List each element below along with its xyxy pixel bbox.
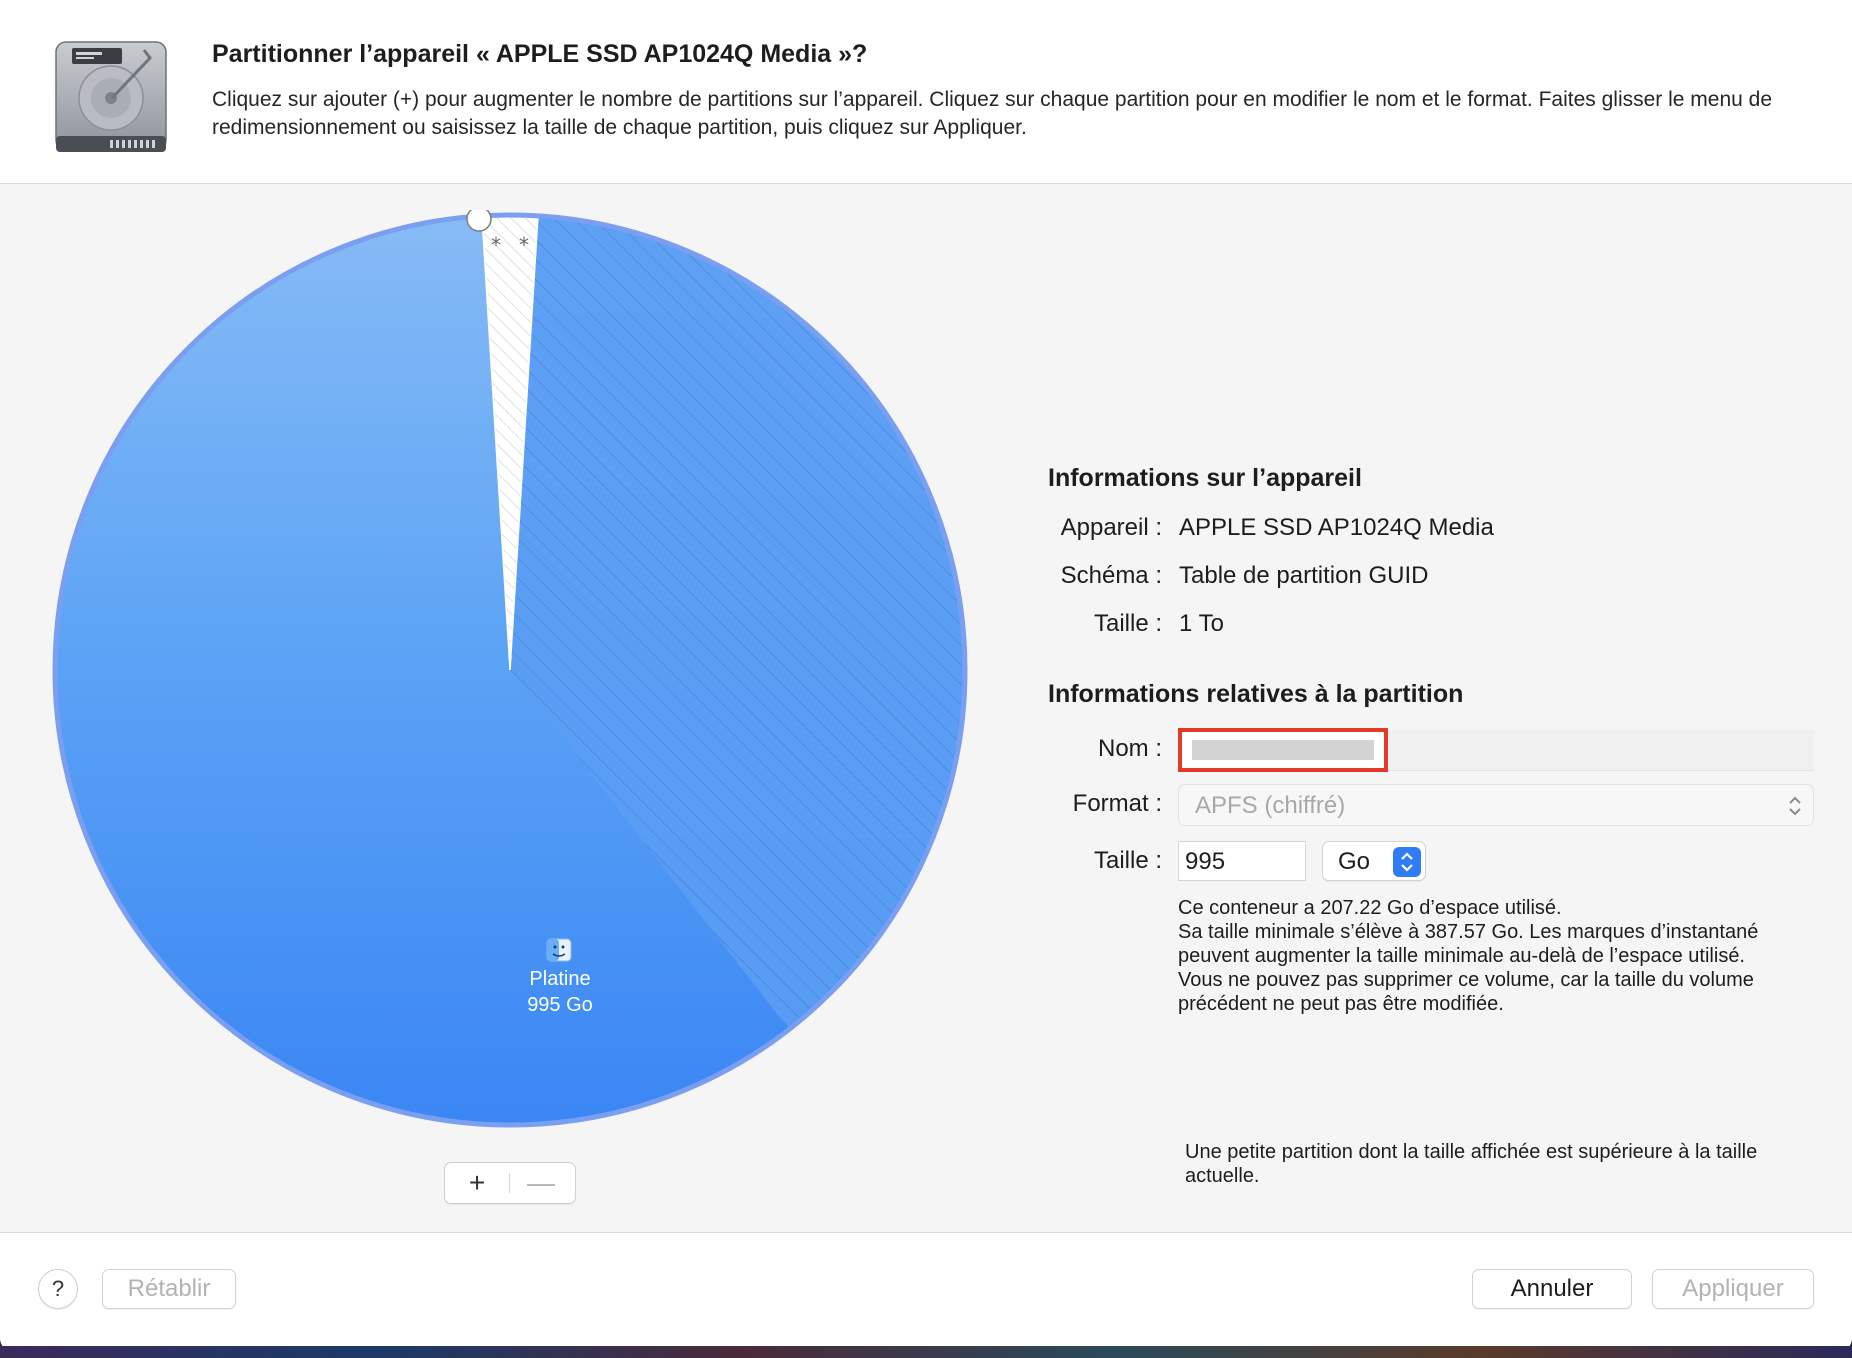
desktop-background-strip [0, 1346, 1852, 1358]
partition-size-label: 995 Go [527, 994, 593, 1016]
apply-button[interactable]: Appliquer [1652, 1269, 1814, 1309]
redacted-name-fill [1192, 740, 1374, 760]
finder-icon [546, 938, 572, 962]
unit-stepper[interactable] [1393, 847, 1421, 877]
remove-partition-button[interactable]: — [509, 1163, 573, 1203]
chevron-up-down-icon [1401, 852, 1413, 872]
dialog-description: Cliquez sur ajouter (+) pour augmenter l… [212, 88, 1773, 139]
add-remove-control: + — [444, 1162, 576, 1204]
partition-pie-chart[interactable]: * * Platine 995 Go [50, 206, 970, 1130]
size-unit-value: Go [1338, 848, 1371, 875]
add-partition-button[interactable]: + [445, 1163, 509, 1203]
partition-size-label-text: Taille : [1093, 847, 1162, 874]
small-slice-1-mark: * [491, 233, 501, 257]
device-value: APPLE SSD AP1024Q Media [1179, 514, 1494, 541]
scheme-label: Schéma : [1060, 562, 1162, 589]
min-size-note: Sa taille minimale s’élève à 387.57 Go. … [1178, 921, 1759, 967]
name-label: Nom : [1097, 735, 1162, 762]
used-space-note: Ce conteneur a 207.22 Go d’espace utilis… [1178, 897, 1562, 919]
partition-info-title: Informations relatives à la partition [1048, 680, 1464, 708]
cancel-button[interactable]: Annuler [1472, 1269, 1632, 1309]
device-label: Appareil : [1060, 514, 1162, 541]
main-panel: * * Platine 995 Go + — Informations sur … [0, 184, 1852, 1233]
resize-handle[interactable] [466, 206, 492, 232]
partition-size-input[interactable]: 995 [1178, 841, 1306, 881]
device-size-value: 1 To [1179, 610, 1224, 637]
partition-name-label: Platine [529, 968, 591, 990]
help-button[interactable]: ? [38, 1269, 78, 1309]
hard-drive-icon [55, 41, 167, 152]
pie-svg: * * [52, 206, 968, 1128]
small-slice-2-mark: * [519, 233, 529, 257]
partition-notes: Ce conteneur a 207.22 Go d’espace utilis… [1178, 896, 1808, 1016]
small-partition-note: Une petite partition dont la taille affi… [1185, 1141, 1758, 1187]
redacted-name-box [1178, 728, 1388, 772]
format-value: APFS (chiffré) [1195, 792, 1346, 819]
dialog-header: Partitionner l’appareil « APPLE SSD AP10… [0, 0, 1852, 184]
scheme-value: Table de partition GUID [1179, 562, 1429, 589]
device-info-title: Informations sur l’appareil [1048, 464, 1362, 492]
reset-button[interactable]: Rétablir [102, 1269, 236, 1309]
dialog-footer: ? Rétablir Annuler Appliquer [0, 1233, 1852, 1352]
size-unit-select[interactable]: Go [1322, 841, 1426, 881]
format-label: Format : [1072, 790, 1162, 817]
partition-size-value: 995 [1185, 848, 1226, 875]
partition-dialog: Partitionner l’appareil « APPLE SSD AP10… [0, 0, 1852, 1352]
chevron-up-down-icon [1789, 796, 1801, 816]
cannot-delete-note: Vous ne pouvez pas supprimer ce volume, … [1178, 969, 1754, 1015]
dialog-title: Partitionner l’appareil « APPLE SSD AP10… [212, 40, 868, 68]
device-size-label: Taille : [1093, 610, 1162, 637]
format-select[interactable]: APFS (chiffré) [1178, 784, 1814, 826]
